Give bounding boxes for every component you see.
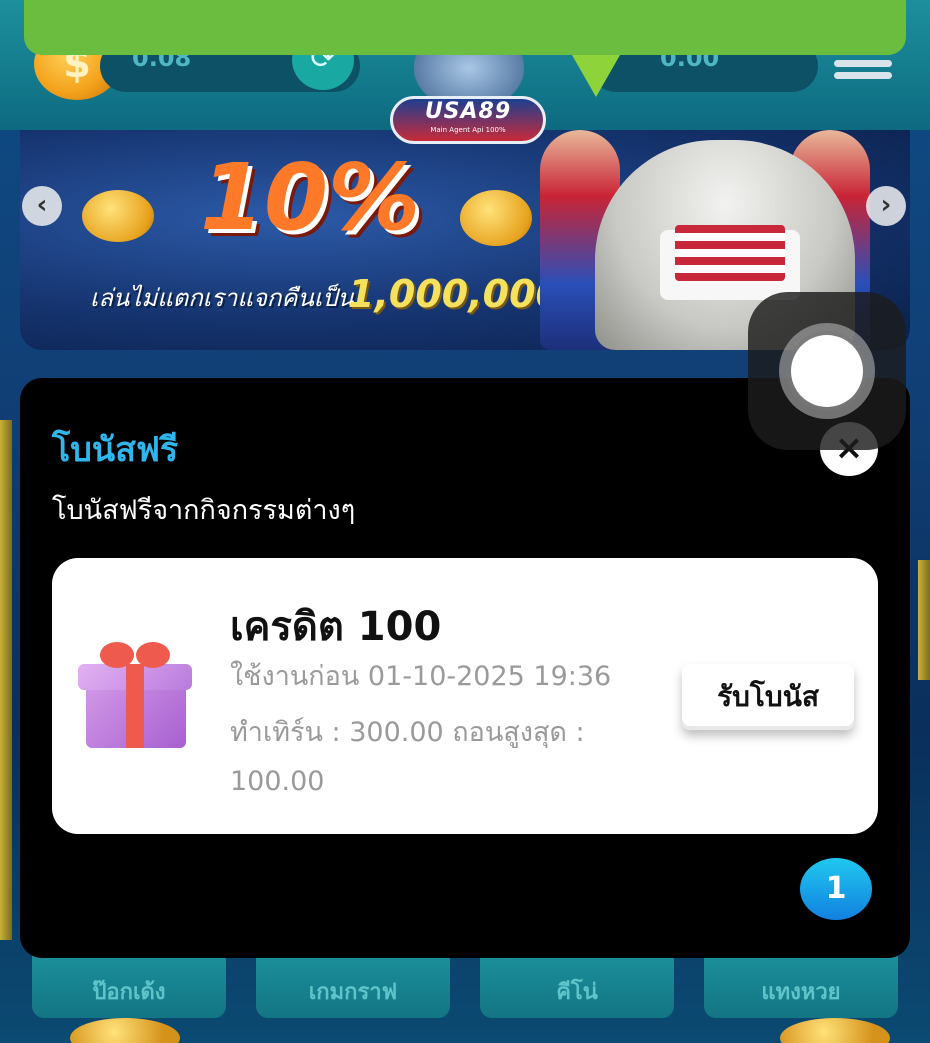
game-button-graph[interactable]: เกมกราฟ [256,956,450,1018]
banner-flag-graphic [675,225,785,281]
site-logo[interactable]: USA89 Main Agent Api 100% [390,40,546,144]
modal-title: โบนัสฟรี [52,430,179,470]
banner-caption: เล่นไม่แตกเราแจกคืนเป็น [90,284,354,312]
assistive-touch-button[interactable] [748,292,906,450]
coin-decoration [82,190,154,242]
page-number-badge[interactable]: 1 [800,858,872,920]
modal-subtitle: โบนัสฟรีจากกิจกรรมต่างๆ [52,495,356,526]
bonus-max-withdraw: 100.00 [230,766,325,797]
coin-decoration [460,190,532,246]
banner-next-button[interactable]: › [866,186,906,226]
logo-text: USA89 [424,99,512,124]
coin-decoration [780,1018,890,1043]
game-button-lottery[interactable]: แทงหวย [704,956,898,1018]
banner-amount: 1,000,000 [348,272,562,316]
notification-toast[interactable] [24,0,906,55]
bonus-turnover: ทำเทิร์น : 300.00 ถอนสูงสุด : [230,717,585,748]
banner-prev-button[interactable]: ‹ [22,186,62,226]
assistive-touch-icon [791,335,863,407]
page: $ 0.08 ⟳ 0.00 USA89 Main Agent Api 100% … [0,0,930,1043]
free-bonus-modal: โบนัสฟรี โบนัสฟรีจากกิจกรรมต่างๆ × เครดิ… [20,378,910,958]
gem-icon [572,55,620,97]
claim-bonus-button[interactable]: รับโบนัส [682,664,854,730]
game-button-pokdeng[interactable]: ป๊อกเด้ง [32,956,226,1018]
bonus-title: เครดิต 100 [230,604,442,650]
coin-decoration [70,1018,180,1043]
side-decoration [0,420,12,940]
assistive-touch-ring [779,323,875,419]
logo-badge: USA89 Main Agent Api 100% [390,96,546,144]
gift-icon [78,638,192,750]
bonus-expiry: ใช้งานก่อน 01-10-2025 19:36 [230,661,612,692]
banner-percent: 10% [200,144,421,251]
side-decoration [918,560,930,680]
game-button-keno[interactable]: คีโน่ [480,956,674,1018]
bonus-card: เครดิต 100 ใช้งานก่อน 01-10-2025 19:36 ท… [52,558,878,834]
logo-subtext: Main Agent Api 100% [430,126,506,134]
